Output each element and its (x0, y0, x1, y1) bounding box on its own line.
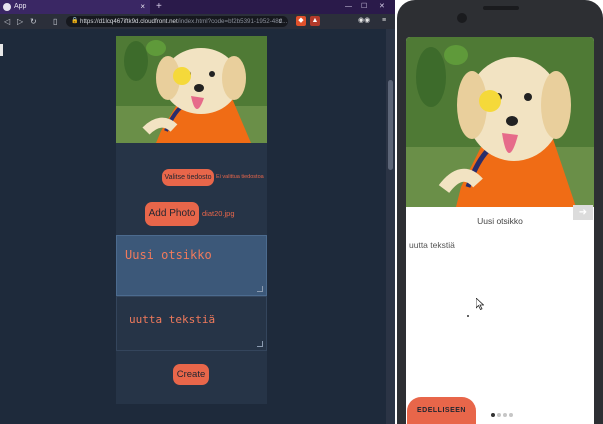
page-dot[interactable] (509, 413, 513, 417)
close-tab-icon[interactable]: × (140, 0, 145, 14)
body-textarea[interactable]: uutta tekstiä (116, 296, 267, 351)
title-input-value: Uusi otsikko (125, 248, 212, 262)
phone-frame: ➜ Uusi otsikko uutta tekstiä EDELLISEEN (397, 0, 603, 424)
browser-window: App × + — ☐ ✕ ◁ ▷ ↻ ▯ 🔒 https://d1lcq467… (0, 0, 395, 424)
maximize-icon[interactable]: ☐ (361, 0, 367, 14)
page-dot[interactable] (497, 413, 501, 417)
page-indicator (491, 404, 515, 422)
browser-toolbar: ◁ ▷ ↻ ▯ 🔒 https://d1lcq467iftk9d.cloudfr… (0, 14, 395, 29)
reload-icon[interactable]: ↻ (30, 14, 37, 29)
lock-icon: 🔒 (71, 18, 79, 24)
dog-photo-preview (406, 37, 594, 207)
title-input[interactable]: Uusi otsikko (116, 235, 267, 296)
mouse-cursor-icon (476, 298, 484, 310)
page-dot[interactable] (503, 413, 507, 417)
file-name-label: diat20.jpg (202, 209, 235, 218)
tab-bar: App × + — ☐ ✕ (0, 0, 395, 14)
preview-title: Uusi otsikko (477, 216, 523, 226)
add-photo-button[interactable]: Add Photo (145, 202, 199, 226)
body-textarea-value: uutta tekstiä (129, 313, 216, 326)
resize-handle-icon[interactable] (257, 341, 263, 347)
extensions-icon[interactable]: ◉◉ (358, 16, 370, 26)
tab-title: App (14, 3, 27, 10)
brave-shield-icon[interactable]: ◆ (296, 16, 306, 26)
window-close-icon[interactable]: ✕ (379, 0, 385, 14)
speaker-grille (483, 6, 519, 10)
bookmark-icon[interactable]: ▯ (53, 14, 57, 29)
create-button[interactable]: Create (173, 364, 209, 385)
minimize-icon[interactable]: — (345, 0, 352, 14)
resize-handle-icon[interactable] (257, 286, 263, 292)
tab-app[interactable]: App × (0, 0, 150, 14)
stray-dot (467, 315, 469, 317)
url-host: https://d1lcq467iftk9d.cloudfront.net (80, 18, 178, 25)
new-tab-icon[interactable]: + (156, 0, 162, 14)
previous-button[interactable]: EDELLISEEN (407, 397, 476, 424)
no-file-label: Ei valittua tiedostoa (216, 174, 264, 180)
rewards-icon[interactable]: ▲ (310, 16, 320, 26)
front-camera (457, 13, 467, 23)
choose-file-button[interactable]: Valitse tiedosto (162, 169, 214, 186)
dog-photo (116, 36, 267, 143)
back-icon[interactable]: ◁ (4, 14, 10, 29)
post-form: Valitse tiedosto Ei valittua tiedostoa A… (116, 143, 267, 404)
phone-screen: ➜ Uusi otsikko uutta tekstiä EDELLISEEN (406, 37, 594, 424)
scrollbar-thumb[interactable] (388, 80, 393, 170)
sidebar-stub (0, 44, 3, 56)
preview-body: uutta tekstiä (409, 240, 455, 250)
share-icon[interactable]: ⇪ (278, 16, 283, 27)
url-path: /index.html?code=bf2b5391-1952-48d... (177, 18, 288, 25)
globe-icon (3, 3, 11, 11)
page-dot[interactable] (491, 413, 495, 417)
forward-icon[interactable]: ▷ (17, 14, 23, 29)
address-bar[interactable]: 🔒 https://d1lcq467iftk9d.cloudfront.net/… (66, 16, 288, 27)
menu-icon[interactable]: ≡ (379, 16, 389, 26)
